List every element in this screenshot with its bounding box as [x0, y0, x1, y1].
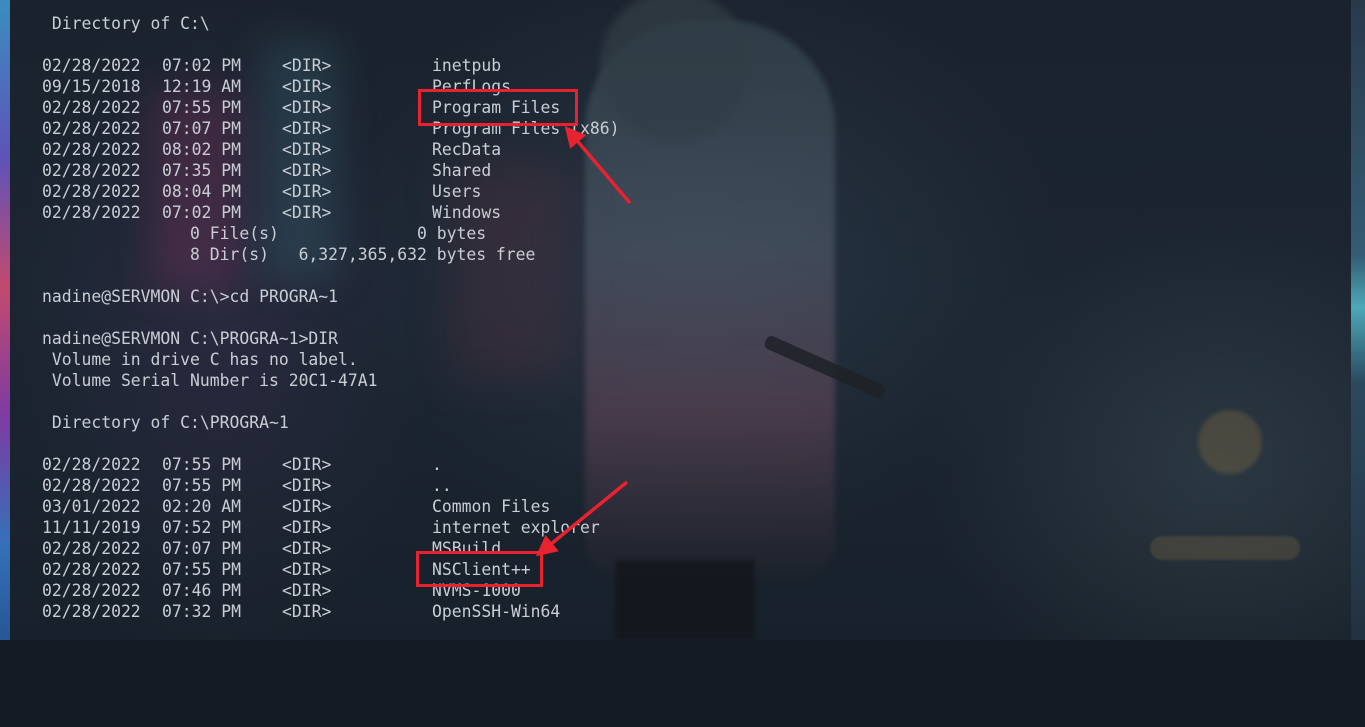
arrow-to-program-files — [564, 125, 632, 205]
terminal-window[interactable]: Directory of C:\ 02/28/2022 07:02 PM <DI… — [0, 0, 1365, 640]
annotation-arrows — [535, 125, 632, 557]
arrow-to-nsclient — [535, 480, 629, 557]
